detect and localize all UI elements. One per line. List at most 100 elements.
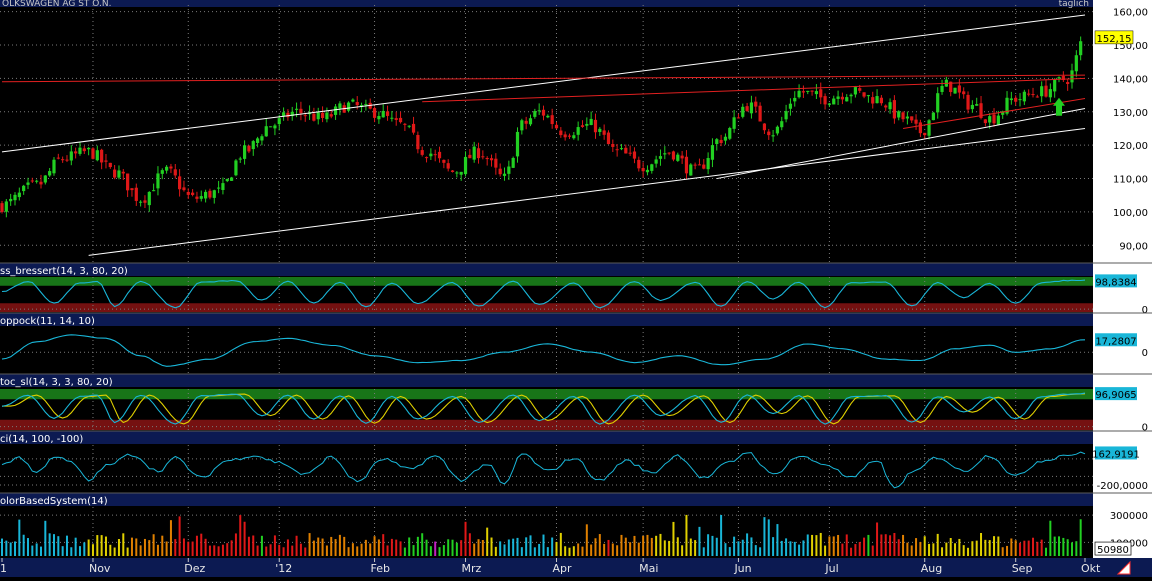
volume-bar — [443, 545, 445, 556]
chart-canvas[interactable]: OLKSWAGEN AG ST O.N.täglichss_bressert(1… — [0, 0, 1152, 577]
volume-bar — [413, 545, 415, 556]
volume-bar — [889, 535, 891, 556]
volume-bar — [287, 539, 289, 556]
volume-bar — [607, 540, 609, 556]
volume-bar — [599, 534, 601, 556]
volume-bar — [577, 543, 579, 556]
volume-bar — [815, 535, 817, 556]
volume-bar — [698, 527, 700, 556]
last-price-tag: 152,15 — [1095, 31, 1133, 45]
volume-bar — [378, 539, 380, 556]
volume-bar — [187, 542, 189, 556]
volume-bar — [348, 547, 350, 556]
volume-bar — [1002, 547, 1004, 556]
volume-bar — [270, 544, 272, 556]
indicator-tick-label: 0 — [1142, 423, 1148, 434]
volume-bar — [997, 536, 999, 556]
volume-bar — [40, 547, 42, 556]
volume-bar — [945, 543, 947, 556]
value-tag-volume: 50980 — [1095, 542, 1131, 556]
volume-bar — [196, 536, 198, 556]
volume-bar — [118, 539, 120, 556]
volume-bar — [257, 546, 259, 556]
volume-bar — [504, 544, 506, 556]
volume-bar — [313, 541, 315, 556]
volume-bar — [135, 538, 137, 556]
panel-title-stoch: ss_bressert(14, 3, 80, 20) — [0, 266, 128, 277]
volume-bar — [976, 541, 978, 556]
volume-bar — [274, 535, 276, 556]
volume-bar — [1036, 542, 1038, 556]
volume-bar — [1006, 546, 1008, 556]
value-tag-coppock: 17,2807 — [1095, 333, 1137, 347]
value-tag-stoch_slow: 96,9065 — [1095, 387, 1137, 401]
volume-bar — [802, 540, 804, 556]
volume-bar — [131, 538, 133, 556]
panel-title-cci: ci(14, 100, -100) — [0, 434, 83, 445]
indicator-last-value: 50980 — [1097, 545, 1129, 556]
volume-bar — [57, 536, 59, 556]
volume-bar — [534, 547, 536, 556]
volume-bar — [1041, 540, 1043, 556]
volume-bar — [404, 548, 406, 556]
volume-bar — [36, 543, 38, 556]
candle — [52, 157, 55, 176]
volume-bar — [1071, 542, 1073, 556]
interval-label: täglich — [1059, 0, 1089, 9]
volume-bar — [685, 515, 687, 556]
volume-bar — [122, 533, 124, 556]
volume-bar — [200, 534, 202, 556]
volume-bar — [646, 535, 648, 556]
volume-bar — [31, 546, 33, 556]
volume-bar — [495, 547, 497, 556]
volume-bar — [486, 528, 488, 556]
candle — [689, 163, 692, 176]
volume-bar — [218, 546, 220, 556]
x-tick-label: Dez — [184, 562, 205, 575]
volume-bar — [612, 543, 614, 556]
volume-bar — [382, 534, 384, 556]
volume-bar — [83, 542, 85, 556]
volume-bar — [166, 541, 168, 556]
volume-bar — [716, 538, 718, 556]
volume-bar — [92, 544, 94, 556]
volume-bar — [898, 539, 900, 556]
volume-bar — [517, 538, 519, 556]
x-tick-label: Jun — [733, 562, 751, 575]
volume-bar — [53, 534, 55, 556]
value-tag-stoch: 98,8384 — [1095, 274, 1137, 288]
price-tick-label: 100,00 — [1113, 208, 1148, 219]
volume-bar — [369, 544, 371, 556]
volume-bar — [824, 546, 826, 556]
volume-bar — [543, 535, 545, 556]
volume-bar — [742, 540, 744, 556]
volume-bar — [512, 539, 514, 556]
price-tick-label: 130,00 — [1113, 108, 1148, 119]
volume-bar — [690, 539, 692, 556]
volume-bar — [322, 539, 324, 556]
volume-bar — [1045, 548, 1047, 556]
volume-bar — [1019, 543, 1021, 556]
volume-bar — [317, 538, 319, 556]
volume-bar — [846, 534, 848, 556]
volume-bar — [850, 548, 852, 556]
price-tick-label: 140,00 — [1113, 74, 1148, 85]
volume-bar — [179, 516, 181, 556]
volume-bar — [989, 540, 991, 556]
volume-bar — [928, 544, 930, 556]
volume-bar — [668, 541, 670, 556]
oversold-band — [0, 420, 1093, 430]
volume-bar — [833, 536, 835, 556]
volume-bar — [391, 539, 393, 556]
volume-bar — [291, 546, 293, 556]
volume-bar — [651, 538, 653, 556]
volume-bar — [1, 539, 3, 556]
indicator-tick-label: -200,0000 — [1097, 481, 1148, 492]
indicator-last-value: 96,9065 — [1095, 390, 1136, 401]
volume-bar — [49, 533, 51, 556]
volume-bar — [300, 544, 302, 556]
volume-bar — [859, 542, 861, 556]
candle — [347, 101, 350, 112]
volume-bar — [620, 535, 622, 556]
candle — [728, 127, 731, 140]
